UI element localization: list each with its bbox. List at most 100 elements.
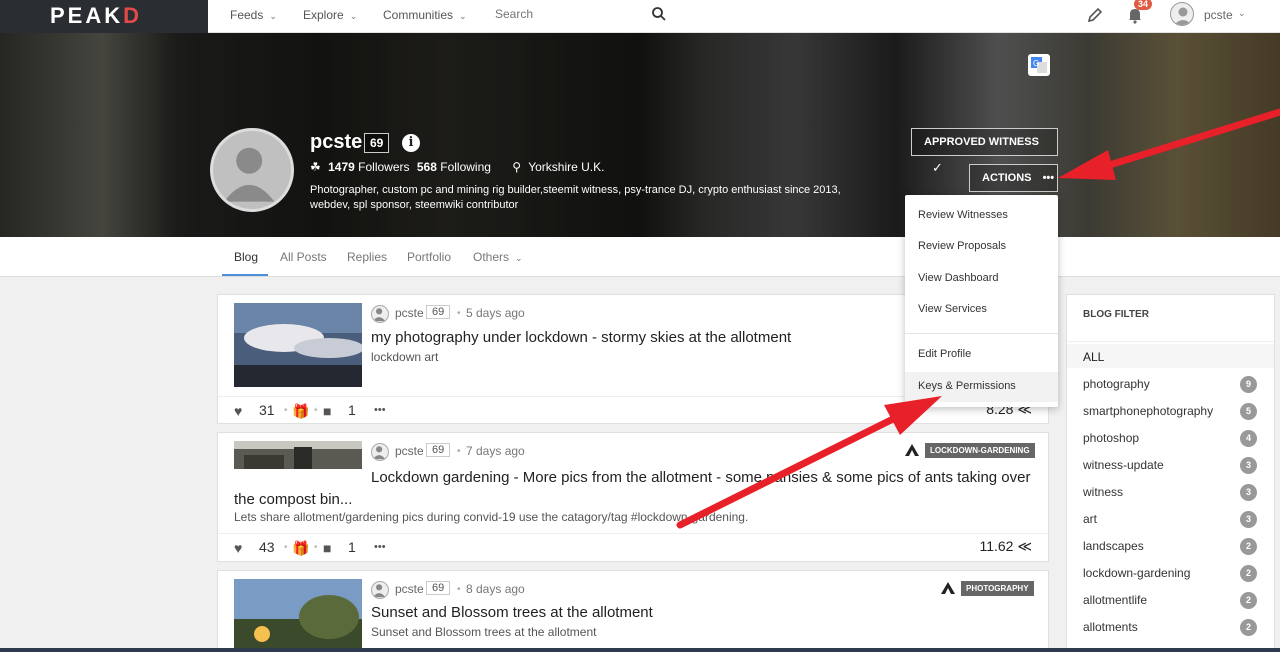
followers-label[interactable]: Followers (358, 160, 409, 174)
filter-item[interactable]: witness (1083, 485, 1123, 499)
profile-location: Yorkshire U.K. (528, 160, 605, 174)
filter-count: 2 (1240, 565, 1257, 582)
filter-item[interactable]: smartphonephotography (1083, 404, 1213, 418)
post-card[interactable]: pcste 69 • 7 days ago LOCKDOWN-GARDENING… (217, 432, 1049, 562)
following-label[interactable]: Following (440, 160, 491, 174)
author-name[interactable]: pcste (395, 582, 424, 596)
post-thumbnail[interactable] (234, 441, 362, 469)
tab-others-label: Others (473, 250, 510, 264)
more-dots-icon[interactable]: ••• (374, 541, 386, 553)
search-box (485, 2, 675, 28)
heart-icon[interactable]: ♥ (234, 540, 242, 556)
post-thumbnail[interactable] (234, 303, 362, 387)
gift-icon[interactable]: 🎁 (292, 403, 309, 420)
filter-item[interactable]: photography (1083, 377, 1150, 391)
comment-icon[interactable]: ■ (323, 403, 331, 419)
chevron-down-icon: ⌄ (515, 253, 523, 263)
gift-icon[interactable]: 🎁 (292, 540, 309, 557)
post-title[interactable]: Sunset and Blossom trees at the allotmen… (371, 604, 653, 621)
post-tag[interactable]: LOCKDOWN-GARDENING (925, 443, 1035, 458)
comment-count[interactable]: 1 (348, 402, 356, 418)
tab-all-posts[interactable]: All Posts (280, 250, 327, 264)
post-footer: ♥ 43 • 🎁 • ■ 1 ••• 11.62 ≪ (218, 533, 1048, 561)
nav-communities[interactable]: Communities ⌄ (383, 8, 467, 22)
filter-count: 3 (1240, 457, 1257, 474)
filter-item[interactable]: landscapes (1083, 539, 1144, 553)
filter-count: 2 (1240, 619, 1257, 636)
nav-explore[interactable]: Explore ⌄ (303, 8, 357, 22)
comment-count[interactable]: 1 (348, 539, 356, 555)
author-name[interactable]: pcste (395, 444, 424, 458)
profile-tabs: Blog All Posts Replies Portfolio Others ⌄ (0, 237, 1280, 277)
menu-item-edit-profile[interactable]: Edit Profile (905, 340, 1058, 370)
pencil-icon[interactable] (1085, 5, 1105, 25)
filter-item[interactable]: allotmentlife (1083, 593, 1147, 607)
search-input[interactable] (485, 2, 635, 26)
tab-blog[interactable]: Blog (234, 250, 258, 264)
more-dots-icon[interactable]: ••• (374, 404, 386, 416)
bottom-edge-bar (0, 648, 1280, 652)
chevron-down-icon: ⌄ (1238, 8, 1246, 18)
separator-dot: • (457, 584, 461, 595)
post-payout[interactable]: 11.62 ≪ (979, 538, 1032, 555)
active-tab-underline (222, 274, 268, 276)
profile-banner: G pcste 69 i ☘ 1479 Followers 568 Follow… (0, 33, 1280, 237)
author-avatar[interactable] (371, 443, 389, 461)
translate-icon[interactable]: G (1028, 54, 1050, 76)
menu-item-keys-permissions[interactable]: Keys & Permissions (905, 372, 1058, 402)
more-dots-icon: ••• (1042, 172, 1055, 184)
chevron-down-icon: ⌄ (459, 11, 467, 21)
filter-item[interactable]: witness-update (1083, 458, 1164, 472)
logo-text: PEAK (50, 3, 124, 28)
menu-item-view-services[interactable]: View Services (905, 295, 1058, 325)
filter-count: 3 (1240, 484, 1257, 501)
user-avatar (1170, 2, 1194, 26)
menu-divider (905, 333, 1058, 334)
author-reputation: 69 (426, 305, 451, 319)
nav-feeds[interactable]: Feeds ⌄ (230, 8, 277, 22)
search-icon[interactable] (651, 6, 667, 22)
filter-count: 2 (1240, 538, 1257, 555)
author-avatar[interactable] (371, 581, 389, 599)
profile-bio: Photographer, custom pc and mining rig b… (310, 184, 841, 211)
followers-count[interactable]: 1479 (328, 160, 355, 174)
author-name[interactable]: pcste (395, 306, 424, 320)
heart-icon[interactable]: ♥ (234, 403, 242, 419)
tab-portfolio[interactable]: Portfolio (407, 250, 451, 264)
tab-others[interactable]: Others ⌄ (473, 250, 523, 264)
approved-witness-label: APPROVED WITNESS (924, 136, 1039, 148)
comment-icon[interactable]: ■ (323, 540, 331, 556)
post-title[interactable]: my photography under lockdown - stormy s… (371, 329, 791, 346)
approved-witness-button[interactable]: APPROVED WITNESS ✓ (911, 128, 1058, 175)
top-navbar: PEAKD Feeds ⌄ Explore ⌄ Communities ⌄ 34 pc… (0, 0, 1280, 33)
menu-item-review-proposals[interactable]: Review Proposals (905, 232, 1058, 262)
tab-replies[interactable]: Replies (347, 250, 387, 264)
menu-item-view-dashboard[interactable]: View Dashboard (905, 264, 1058, 294)
filter-item[interactable]: photoshop (1083, 431, 1139, 445)
author-avatar[interactable] (371, 305, 389, 323)
vote-count[interactable]: 43 (259, 539, 275, 555)
logo-area[interactable]: PEAKD (0, 0, 208, 33)
post-tag[interactable]: PHOTOGRAPHY (961, 581, 1034, 596)
info-icon[interactable]: i (402, 134, 420, 152)
post-card[interactable]: pcste 69 • 8 days ago PHOTOGRAPHY Sunset… (217, 570, 1049, 652)
filter-all[interactable]: ALL (1067, 344, 1274, 368)
post-summary: Sunset and Blossom trees at the allotmen… (371, 625, 597, 639)
filter-item[interactable]: art (1083, 512, 1097, 526)
menu-item-review-witnesses[interactable]: Review Witnesses (905, 201, 1058, 231)
profile-stats: ☘ 1479 Followers 568 Following ⚲ Yorkshi… (310, 160, 608, 174)
filter-item[interactable]: allotments (1083, 620, 1138, 634)
divider (1067, 341, 1274, 342)
filter-item[interactable]: lockdown-gardening (1083, 566, 1190, 580)
user-name: pcste (1204, 8, 1233, 22)
location-icon: ⚲ (512, 160, 522, 174)
peakd-logo[interactable]: PEAKD (50, 3, 142, 29)
vote-count[interactable]: 31 (259, 402, 275, 418)
separator-dot: • (284, 542, 288, 553)
actions-button[interactable]: ACTIONS ••• (969, 164, 1058, 192)
following-count[interactable]: 568 (417, 160, 437, 174)
actions-dropdown-menu: Review Witnesses Review Proposals View D… (905, 195, 1058, 407)
author-reputation: 69 (426, 581, 451, 595)
post-title[interactable]: Lockdown gardening - More pics from the … (234, 467, 1034, 511)
post-thumbnail[interactable] (234, 579, 362, 652)
